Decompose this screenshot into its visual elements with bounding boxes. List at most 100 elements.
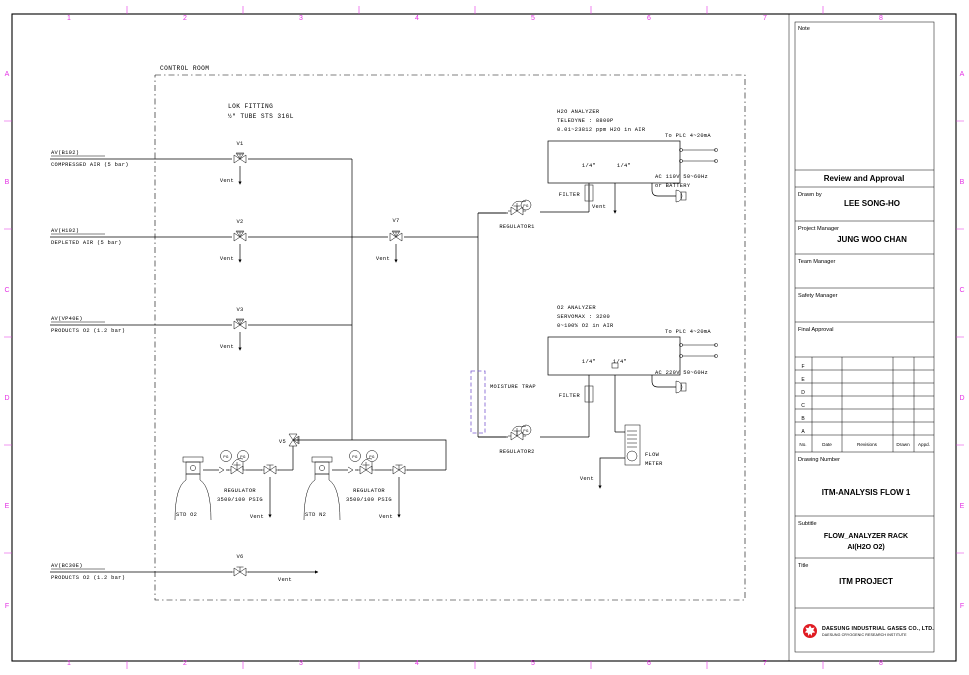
ruler-col-6: 6 [647, 15, 651, 22]
h2o-vent-label: Vent [592, 204, 606, 210]
inlet-line-1: AV(B102) COMPRESSED AIR (5 bar) V1 Vent [50, 141, 352, 185]
valve-v2-label: V2 [236, 219, 243, 225]
vent-v2-label: Vent [220, 256, 234, 262]
revision-header-date: Date [822, 442, 832, 447]
ruler-row-b-r: B [960, 179, 965, 186]
regulator2-gauge-label: PG [523, 430, 529, 434]
cylinder-2-gauge1-label: PG [352, 456, 358, 460]
ruler-row-c-l: C [4, 287, 9, 294]
subtitle-value-line1: FLOW_ANALYZER RACK [824, 533, 908, 540]
valve-v7-symbol [389, 230, 403, 242]
ruler-col-3-b: 3 [299, 660, 303, 667]
approval-label-3: Safety Manager [798, 293, 838, 299]
cylinder-2-name: STD N2 [305, 512, 326, 518]
revision-row-b: B [801, 416, 805, 422]
revision-header-appd: Appd. [918, 442, 930, 447]
flow-meter: FLOW METER Vent [580, 424, 663, 489]
regulator1-gauge-label: PG [523, 205, 529, 209]
o2-analyzer-range: 0~100% O2 in AIR [557, 323, 614, 329]
o2-plc-signal: To PLC 4~20mA [665, 329, 711, 335]
valve-v2 [233, 230, 247, 242]
ruler-row-e-r: E [960, 503, 965, 510]
revision-header-no: No. [799, 442, 806, 447]
vent-v1-label: Vent [220, 178, 234, 184]
title-label: Title [798, 563, 808, 569]
ruler-row-d-r: D [959, 395, 964, 402]
lok-fitting-line1: LOK FITTING [228, 103, 273, 110]
company-subtitle: DAESUNG CRYOGENIC RESEARCH INSTITUTE [822, 633, 907, 637]
approval-label-4: Final Approval [798, 327, 833, 333]
title-value: ITM PROJECT [839, 577, 893, 586]
ruler-row-f-l: F [5, 603, 9, 610]
ruler-col-5: 5 [531, 15, 535, 22]
inlet-1-service: COMPRESSED AIR (5 bar) [51, 162, 129, 168]
cylinder-1-regulator-symbol [227, 458, 247, 475]
manifold-valve-v5: V5 [279, 433, 447, 470]
header-valve-v7: V7 Vent [376, 218, 478, 263]
inlet-2-service: DEPLETED AIR (5 bar) [51, 240, 122, 246]
h2o-power-line1: AC 110V 50~60Hz [655, 174, 708, 180]
cylinder-2-regulator-symbol [356, 458, 376, 475]
inlet-line-2: AV(H102) DEPLETED AIR (5 bar) V2 Vent [50, 219, 388, 263]
valve-v3-label: V3 [236, 307, 243, 313]
ruler-row-b-l: B [5, 179, 10, 186]
vent-v7-label: Vent [376, 256, 390, 262]
ruler-columns-top: 1 2 3 4 5 6 7 8 [67, 15, 883, 22]
revision-header-revisions: Revisions [857, 442, 878, 447]
valve-v6 [230, 566, 250, 577]
ruler-rows-left: A B C D E F [4, 71, 9, 610]
o2-analyzer-model: SERVOMAX : 3200 [557, 314, 610, 320]
ruler-col-4: 4 [415, 15, 419, 22]
flow-meter-line2: METER [645, 461, 663, 467]
ruler-col-4-b: 4 [415, 660, 419, 667]
drawing-number-value: ITM-ANALYSIS FLOW 1 [822, 488, 911, 497]
h2o-analyzer: H2O ANALYZER TELEDYNE : 8800P 0.01~23812… [478, 109, 718, 230]
drawing-sheet: 1 2 3 4 5 6 7 8 1 2 3 4 5 6 7 8 A B C D … [0, 0, 969, 675]
cylinder-1-regulator-line1: REGULATOR [224, 488, 256, 494]
approval-label-0: Drawn by [798, 192, 822, 198]
ruler-row-d-l: D [4, 395, 9, 402]
drawing-number-label: Drawing Number [798, 457, 840, 463]
cylinder-1-gauge2-label: PG [240, 456, 246, 460]
valve-v1-label: V1 [236, 141, 243, 147]
moisture-trap: MOISTURE TRAP [470, 370, 536, 434]
revision-row-a: A [801, 429, 805, 435]
ruler-col-8: 8 [879, 15, 883, 22]
regulator1-label: REGULATOR1 [499, 224, 534, 230]
ruler-col-1: 1 [67, 15, 71, 22]
ruler-row-c-r: C [959, 287, 964, 294]
ruler-row-f-r: F [960, 603, 964, 610]
approval-value-0: LEE SONG-HO [844, 199, 900, 208]
ruler-row-a-l: A [5, 71, 10, 78]
regulator2-label: REGULATOR2 [499, 449, 534, 455]
inlet-3-tag: AV(VP40E) [51, 316, 83, 322]
control-room-label: CONTROL ROOM [160, 65, 209, 72]
note-label: Note [798, 26, 810, 32]
ruler-col-2: 2 [183, 15, 187, 22]
cylinder-2-regulator-line1: REGULATOR [353, 488, 385, 494]
revision-row-d: D [801, 390, 805, 396]
revision-row-e: E [801, 377, 805, 383]
vent-v3-label: Vent [220, 344, 234, 350]
h2o-plc-signal: To PLC 4~20mA [665, 133, 711, 139]
h2o-filter-label: FILTER [559, 192, 581, 198]
flow-meter-line1: FLOW [645, 452, 660, 458]
ruler-col-1-b: 1 [67, 660, 71, 667]
flow-meter-vent-label: Vent [580, 476, 594, 482]
revision-row-c: C [801, 403, 805, 409]
main-header-riser [477, 212, 506, 438]
valve-v6-label: V6 [236, 554, 243, 560]
ruler-col-7-b: 7 [763, 660, 767, 667]
cylinder-1-vent-label: Vent [250, 514, 264, 520]
title-block: Note Review and Approval Drawn by LEE SO… [794, 21, 935, 653]
valve-v3 [233, 318, 247, 330]
ruler-row-e-l: E [5, 503, 10, 510]
ruler-row-a-r: A [960, 71, 965, 78]
approval-label-2: Team Manager [798, 259, 835, 265]
moisture-trap-label: MOISTURE TRAP [490, 384, 536, 390]
o2-port-in: 1/4" [582, 359, 596, 365]
company-name: DAESUNG INDUSTRIAL GASES CO., LTD. [822, 626, 934, 632]
cylinder-1-outlet-valve [260, 464, 280, 475]
ruler-col-5-b: 5 [531, 660, 535, 667]
valve-v1 [233, 152, 247, 164]
